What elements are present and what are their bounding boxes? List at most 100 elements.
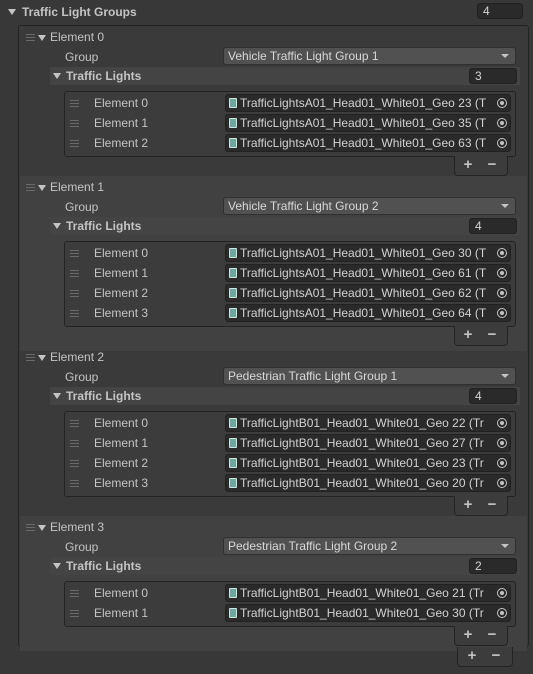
drag-handle-icon[interactable] [70,120,79,127]
object-picker-icon[interactable] [497,608,507,618]
object-picker-icon[interactable] [497,478,507,488]
traffic-light-object-field[interactable]: TrafficLightsA01_Head01_White01_Geo 63 (… [225,134,511,152]
light-element-label: Element 2 [94,286,149,300]
object-picker-icon[interactable] [497,268,507,278]
lights-add-remove-bar: + − [454,326,508,346]
drag-handle-icon[interactable] [70,480,79,487]
group-count-field[interactable]: 4 [477,3,523,19]
object-picker-icon[interactable] [497,118,507,128]
group-field-label: Group [65,50,99,64]
drag-handle-icon[interactable] [70,440,79,447]
drag-handle-icon[interactable] [70,270,79,277]
foldout-arrow-icon[interactable] [53,393,61,399]
group-dropdown[interactable]: Vehicle Traffic Light Group 2 [223,197,516,215]
traffic-lights-count-field[interactable]: 4 [469,218,517,234]
object-picker-icon[interactable] [497,138,507,148]
object-picker-icon[interactable] [497,308,507,318]
add-light-button[interactable]: + [457,326,479,344]
drag-handle-icon[interactable] [70,310,79,317]
traffic-light-object-value: TrafficLightsA01_Head01_White01_Geo 61 (… [240,266,487,280]
drag-handle-icon[interactable] [70,290,79,297]
object-picker-icon[interactable] [497,288,507,298]
traffic-light-object-value: TrafficLightB01_Head01_White01_Geo 21 (T… [240,586,484,600]
foldout-arrow-icon[interactable] [38,525,46,531]
groups-add-remove-bar: + − [457,647,513,667]
traffic-light-object-field[interactable]: TrafficLightB01_Head01_White01_Geo 23 (T… [225,454,511,472]
drag-handle-icon[interactable] [26,184,35,191]
drag-handle-icon[interactable] [70,590,79,597]
traffic-light-object-field[interactable]: TrafficLightsA01_Head01_White01_Geo 30 (… [225,244,511,262]
traffic-lights-count-field[interactable]: 2 [469,558,517,574]
light-element-label: Element 0 [94,96,149,110]
object-picker-icon[interactable] [497,418,507,428]
object-picker-icon[interactable] [497,98,507,108]
drag-handle-icon[interactable] [70,100,79,107]
traffic-light-object-field[interactable]: TrafficLightB01_Head01_White01_Geo 21 (T… [225,584,511,602]
drag-handle-icon[interactable] [70,250,79,257]
group-element-label: Element 1 [50,180,105,194]
drag-handle-icon[interactable] [26,354,35,361]
object-picker-icon[interactable] [497,438,507,448]
game-object-icon [229,308,237,318]
light-element-label: Element 0 [94,586,149,600]
game-object-icon [229,288,237,298]
foldout-arrow-icon[interactable] [53,223,61,229]
group-dropdown[interactable]: Pedestrian Traffic Light Group 2 [223,537,516,555]
light-element-label: Element 1 [94,436,149,450]
remove-light-button[interactable]: − [481,626,503,644]
foldout-arrow-icon[interactable] [53,73,61,79]
traffic-lights-count-field[interactable]: 3 [469,68,517,84]
drag-handle-icon[interactable] [70,610,79,617]
foldout-arrow-icon[interactable] [38,355,46,361]
foldout-arrow-icon[interactable] [8,9,16,15]
light-element-label: Element 1 [94,266,149,280]
traffic-light-object-field[interactable]: TrafficLightsA01_Head01_White01_Geo 61 (… [225,264,511,282]
light-element-label: Element 3 [94,306,149,320]
traffic-light-object-field[interactable]: TrafficLightB01_Head01_White01_Geo 22 (T… [225,414,511,432]
traffic-light-object-field[interactable]: TrafficLightB01_Head01_White01_Geo 30 (T… [225,604,511,622]
add-light-button[interactable]: + [457,156,479,174]
remove-light-button[interactable]: − [481,326,503,344]
chevron-down-icon [501,544,509,548]
drag-handle-icon[interactable] [26,524,35,531]
traffic-lights-label: Traffic Lights [66,219,142,233]
foldout-arrow-icon[interactable] [38,185,46,191]
drag-handle-icon[interactable] [70,140,79,147]
traffic-light-object-field[interactable]: TrafficLightsA01_Head01_White01_Geo 64 (… [225,304,511,322]
traffic-light-object-field[interactable]: TrafficLightsA01_Head01_White01_Geo 35 (… [225,114,511,132]
light-element-label: Element 3 [94,476,149,490]
remove-group-button[interactable]: − [485,647,507,665]
traffic-light-object-value: TrafficLightB01_Head01_White01_Geo 27 (T… [240,436,484,450]
add-light-button[interactable]: + [457,496,479,514]
traffic-light-object-field[interactable]: TrafficLightB01_Head01_White01_Geo 27 (T… [225,434,511,452]
traffic-light-object-field[interactable]: TrafficLightsA01_Head01_White01_Geo 23 (… [225,94,511,112]
drag-handle-icon[interactable] [70,460,79,467]
remove-light-button[interactable]: − [481,496,503,514]
remove-light-button[interactable]: − [481,156,503,174]
chevron-down-icon [501,54,509,58]
object-picker-icon[interactable] [497,588,507,598]
traffic-lights-count-field[interactable]: 4 [469,388,517,404]
game-object-icon [229,98,237,108]
drag-handle-icon[interactable] [26,34,35,41]
lights-add-remove-bar: + − [454,156,508,176]
foldout-arrow-icon[interactable] [38,35,46,41]
group-dropdown-value: Pedestrian Traffic Light Group 2 [228,539,398,553]
group-element-label: Element 2 [50,350,105,364]
group-dropdown[interactable]: Vehicle Traffic Light Group 1 [223,47,516,65]
traffic-light-object-value: TrafficLightsA01_Head01_White01_Geo 35 (… [240,116,487,130]
game-object-icon [229,118,237,128]
traffic-lights-label: Traffic Lights [66,69,142,83]
traffic-light-object-field[interactable]: TrafficLightB01_Head01_White01_Geo 20 (T… [225,474,511,492]
add-group-button[interactable]: + [461,647,483,665]
traffic-light-object-field[interactable]: TrafficLightsA01_Head01_White01_Geo 62 (… [225,284,511,302]
light-element-label: Element 1 [94,606,149,620]
group-dropdown-value: Vehicle Traffic Light Group 1 [228,49,379,63]
object-picker-icon[interactable] [497,458,507,468]
add-light-button[interactable]: + [457,626,479,644]
drag-handle-icon[interactable] [70,420,79,427]
object-picker-icon[interactable] [497,248,507,258]
light-element-label: Element 2 [94,136,149,150]
foldout-arrow-icon[interactable] [53,563,61,569]
group-dropdown[interactable]: Pedestrian Traffic Light Group 1 [223,367,516,385]
